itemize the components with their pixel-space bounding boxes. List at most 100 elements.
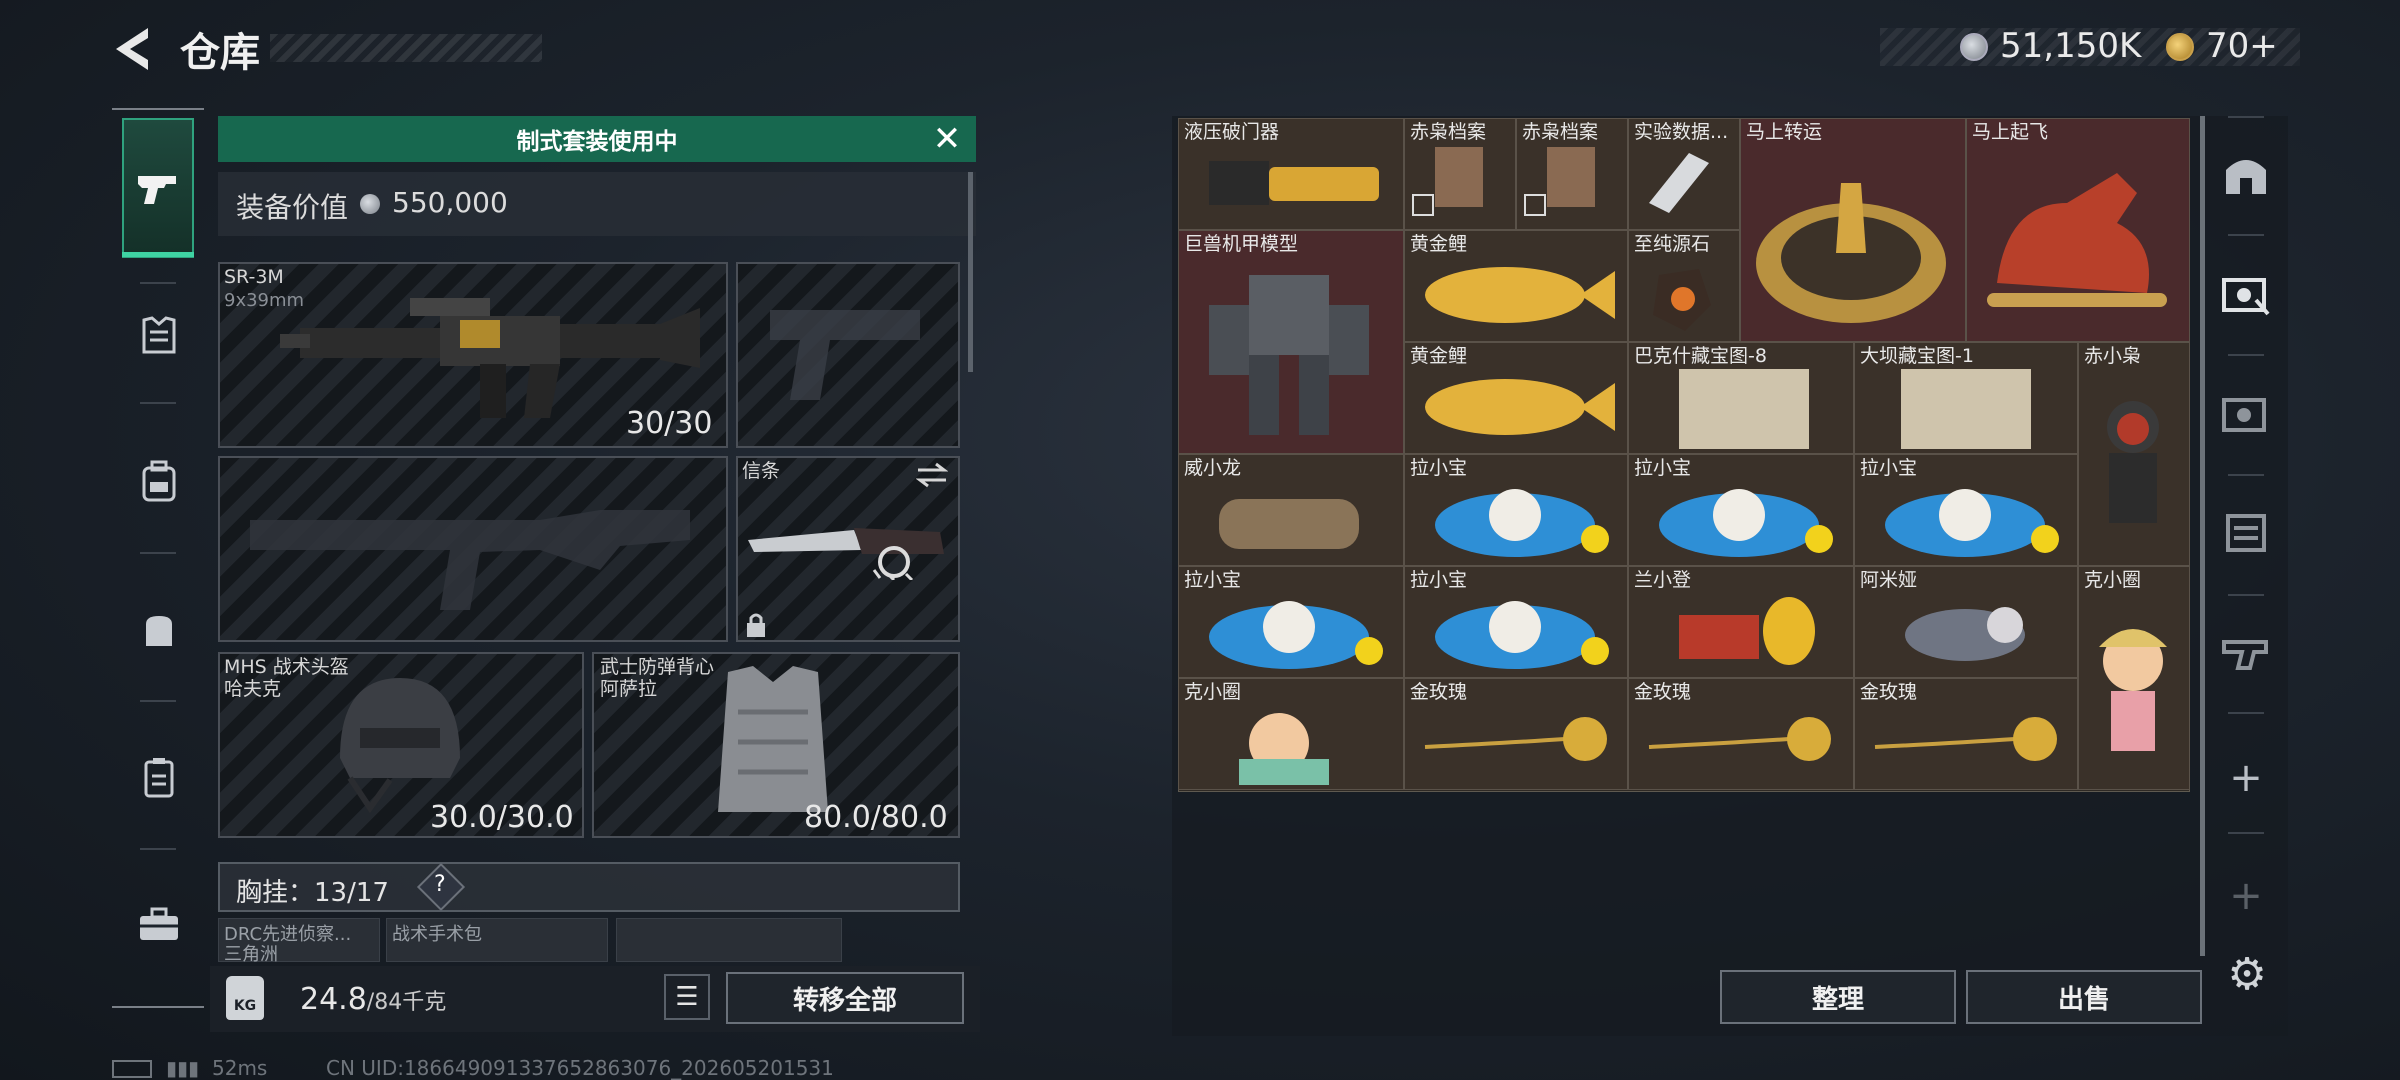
- stash-item[interactable]: 克小圈: [2078, 566, 2190, 790]
- stash-item[interactable]: 阿米娅: [1854, 566, 2078, 678]
- gold-amount[interactable]: 70+: [2206, 26, 2278, 66]
- stash-item[interactable]: 巨兽机甲模型: [1178, 230, 1404, 454]
- item-name: 黄金鲤: [1410, 345, 1468, 367]
- equip-value: 550,000: [392, 186, 508, 219]
- stash-tab-4-icon[interactable]: [2220, 628, 2272, 674]
- sell-button[interactable]: 出售: [1966, 970, 2202, 1024]
- list-icon: ☰: [675, 982, 699, 1012]
- item-name: 赤小枭: [2084, 345, 2142, 367]
- item-name: 马上转运: [1746, 121, 1823, 143]
- chest-rig-label: 胸挂：13/17: [236, 878, 389, 908]
- stash-item[interactable]: 威小龙: [1178, 454, 1404, 566]
- golden-rose-icon: [1874, 717, 2057, 761]
- item-name: 巴克什藏宝图-8: [1634, 345, 1767, 367]
- item-name: 金玫瑰: [1860, 681, 1918, 703]
- ammo-count: 30/30: [626, 406, 713, 441]
- stash-item[interactable]: 拉小宝: [1404, 454, 1628, 566]
- stash-item[interactable]: 黄金鲤: [1404, 230, 1628, 342]
- close-icon[interactable]: ✕: [930, 122, 964, 156]
- battery-icon: [112, 1060, 152, 1078]
- silver-amount: 51,150K: [2000, 26, 2142, 66]
- vault-icon[interactable]: [2222, 150, 2270, 198]
- stash-item[interactable]: 金玫瑰: [1854, 678, 2078, 790]
- bag-nav-icon[interactable]: [140, 610, 178, 650]
- help-icon[interactable]: ?: [434, 872, 446, 897]
- case-nav-icon[interactable]: [140, 756, 178, 800]
- stash-item[interactable]: 黄金鲤: [1404, 342, 1628, 454]
- stash-item[interactable]: 赤小枭: [2078, 342, 2190, 566]
- golden-rose-icon: [1424, 717, 1607, 761]
- chest-item-name: 战术手术包: [392, 924, 482, 945]
- side-separator: [2228, 474, 2264, 476]
- nav-separator: [140, 848, 176, 850]
- item-name: 金玫瑰: [1410, 681, 1468, 703]
- loadout-scrollbar[interactable]: [968, 172, 973, 372]
- golden-carp-icon: [1425, 267, 1615, 323]
- stash-item[interactable]: 大坝藏宝图-1: [1854, 342, 2078, 454]
- stash-item[interactable]: 金玫瑰: [1404, 678, 1628, 790]
- stash-item[interactable]: 克小圈: [1178, 678, 1404, 790]
- stash-item[interactable]: 至纯源石: [1628, 230, 1740, 342]
- item-name: 黄金鲤: [1410, 233, 1468, 255]
- uid-text: CN UID:18664909133765286307​6_2026052015…: [326, 1056, 834, 1080]
- item-name: 赤枭档案: [1410, 121, 1487, 143]
- add-2-icon[interactable]: +: [2216, 866, 2276, 926]
- transfer-all-button[interactable]: 转移全部: [726, 972, 964, 1024]
- settings-icon[interactable]: ⚙: [2222, 950, 2272, 1000]
- sort-button[interactable]: 整理: [1720, 970, 1956, 1024]
- list-view-button[interactable]: ☰: [664, 974, 710, 1020]
- add-icon[interactable]: +: [2216, 748, 2276, 808]
- item-name: 大坝藏宝图-1: [1860, 345, 1974, 367]
- plush-icon: [1209, 601, 1383, 669]
- chest-item-sub: 三角洲: [224, 944, 278, 965]
- item-name: 拉小宝: [1634, 457, 1692, 479]
- silver-coin-icon: [360, 194, 380, 214]
- stash-item[interactable]: 拉小宝: [1404, 566, 1628, 678]
- stash-item[interactable]: 赤枭档案: [1516, 118, 1628, 230]
- item-name: 克小圈: [1184, 681, 1242, 703]
- stash-tab-2-icon[interactable]: [2220, 390, 2272, 436]
- data-drive-icon: [1649, 153, 1709, 213]
- item-name: 阿米娅: [1860, 569, 1918, 591]
- stash-tab-3-icon[interactable]: [2222, 510, 2270, 556]
- pistol-icon: [138, 176, 176, 204]
- stash-item[interactable]: 赤枭档案: [1404, 118, 1516, 230]
- equip-value-label: 装备价值: [236, 191, 349, 224]
- side-separator: [2228, 832, 2264, 834]
- weight-icon: KG: [226, 976, 264, 1020]
- figure-icon: [1219, 499, 1359, 549]
- toolbox-nav-icon[interactable]: [138, 906, 180, 942]
- nav-separator: [140, 700, 176, 702]
- stash-item[interactable]: 兰小登: [1628, 566, 1854, 678]
- stash-item[interactable]: 液压破门器: [1178, 118, 1404, 230]
- treasure-map-icon: [1901, 369, 2031, 449]
- item-name: 拉小宝: [1410, 569, 1468, 591]
- item-name: 液压破门器: [1184, 121, 1280, 143]
- item-name: 实验数据...: [1634, 121, 1729, 143]
- stash-tab-icon[interactable]: [2220, 270, 2272, 316]
- stash-item[interactable]: 拉小宝: [1178, 566, 1404, 678]
- stash-item[interactable]: 拉小宝: [1854, 454, 2078, 566]
- figure-icon: [1905, 607, 2025, 661]
- source-stone-icon: [1653, 269, 1711, 331]
- armor-nav-icon[interactable]: [140, 316, 178, 356]
- chest-rig-capacity: 13/17: [314, 878, 389, 908]
- stash-item[interactable]: 巴克什藏宝图-8: [1628, 342, 1854, 454]
- item-name: 赤枭档案: [1522, 121, 1599, 143]
- document-icon: [1412, 147, 1483, 216]
- backpack-nav-icon[interactable]: [140, 460, 178, 504]
- helmet-icon: [340, 678, 460, 814]
- helmet-maker: 哈夫克: [224, 678, 282, 700]
- swap-icon[interactable]: [916, 462, 948, 488]
- back-arrow-icon[interactable]: [112, 26, 152, 72]
- chest-item-slot[interactable]: [616, 918, 842, 962]
- stash-item[interactable]: 马上起飞: [1966, 118, 2190, 342]
- stash-scrollbar[interactable]: [2200, 116, 2205, 956]
- stash-item[interactable]: 马上转运: [1740, 118, 1966, 342]
- pistol-silhouette-icon: [770, 310, 920, 400]
- item-name: 马上起飞: [1972, 121, 2049, 143]
- stash-item[interactable]: 实验数据...: [1628, 118, 1740, 230]
- stash-item[interactable]: 拉小宝: [1628, 454, 1854, 566]
- red-horse-icon: [1987, 173, 2167, 307]
- stash-item[interactable]: 金玫瑰: [1628, 678, 1854, 790]
